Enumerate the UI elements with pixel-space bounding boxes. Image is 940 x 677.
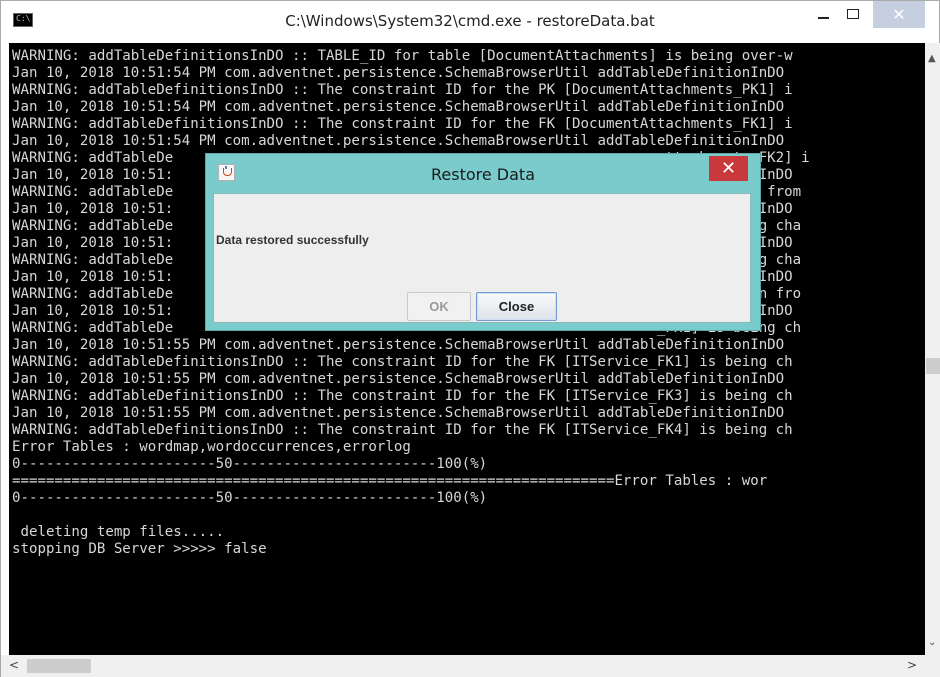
console-line: Jan 10, 2018 10:51:55 PM com.adventnet.p…	[12, 371, 785, 387]
vertical-scroll-thumb[interactable]	[926, 358, 940, 374]
console-line: Jan 10, 2018 10:51:54 PM com.adventnet.p…	[12, 65, 785, 81]
ok-button[interactable]: OK	[407, 292, 471, 321]
maximize-button[interactable]	[840, 1, 866, 27]
close-icon: ✕	[720, 158, 737, 179]
dialog-body: Data restored successfully OK Close	[213, 193, 751, 323]
console-line: Jan 10, 2018 10:51:54 PM com.adventnet.p…	[12, 99, 785, 115]
dialog-close-button[interactable]: ✕	[709, 156, 748, 181]
maximize-icon	[847, 9, 859, 19]
dialog-message: Data restored successfully	[216, 233, 369, 247]
minimize-icon	[817, 17, 829, 19]
vertical-scrollbar[interactable]: ▲ ⌄	[925, 43, 940, 655]
console-output[interactable]: WARNING: addTableDefinitionsInDO :: TABL…	[9, 43, 927, 655]
console-line: ========================================…	[12, 473, 768, 489]
scroll-up-icon[interactable]: ▲	[928, 53, 936, 64]
console-line: 0-----------------------50--------------…	[12, 490, 488, 506]
horizontal-scroll-thumb[interactable]	[27, 659, 91, 673]
scroll-left-icon[interactable]: <	[9, 658, 19, 672]
console-line: WARNING: addTableDefinitionsInDO :: The …	[12, 388, 793, 404]
minimize-button[interactable]	[810, 1, 836, 27]
console-line: WARNING: addTableDefinitionsInDO :: The …	[12, 354, 793, 370]
console-line: deleting temp files.....	[12, 524, 225, 540]
close-icon: ✕	[892, 5, 906, 24]
close-window-button[interactable]: ✕	[873, 1, 925, 28]
console-line: Jan 10, 2018 10:51:55 PM com.adventnet.p…	[12, 337, 785, 353]
horizontal-scrollbar[interactable]: < >	[1, 655, 925, 677]
cmd-window: C:\Windows\System32\cmd.exe - restoreDat…	[0, 0, 940, 677]
console-line: Error Tables : wordmap,wordoccurrences,e…	[12, 439, 411, 455]
console-line: WARNING: addTableDefinitionsInDO :: The …	[12, 82, 793, 98]
dialog-title: Restore Data	[431, 165, 535, 184]
title-bar[interactable]: C:\Windows\System32\cmd.exe - restoreDat…	[1, 1, 939, 41]
console-line: Jan 10, 2018 10:51:55 PM com.adventnet.p…	[12, 405, 785, 421]
console-line: WARNING: addTableDefinitionsInDO :: The …	[12, 116, 793, 132]
scroll-down-icon[interactable]: ⌄	[928, 637, 936, 648]
console-line: WARNING: addTableDefinitionsInDO :: The …	[12, 422, 793, 438]
window-title: C:\Windows\System32\cmd.exe - restoreDat…	[285, 12, 655, 30]
console-line: 0-----------------------50--------------…	[12, 456, 488, 472]
restore-data-dialog: Restore Data ✕ Data restored successfull…	[205, 153, 761, 331]
scroll-right-icon[interactable]: >	[907, 658, 917, 672]
close-button[interactable]: Close	[476, 292, 557, 321]
resize-grip[interactable]	[925, 655, 940, 677]
console-line: Jan 10, 2018 10:51:54 PM com.adventnet.p…	[12, 133, 785, 149]
console-line: WARNING: addTableDefinitionsInDO :: TABL…	[12, 48, 793, 64]
console-line: stopping DB Server >>>>> false	[12, 541, 267, 557]
